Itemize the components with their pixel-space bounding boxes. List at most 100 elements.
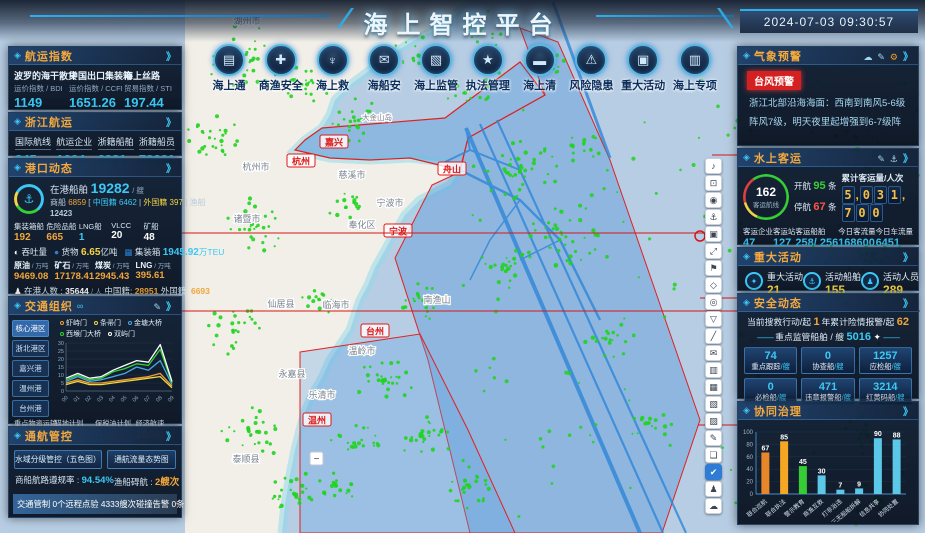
pencil-icon[interactable]: ✎ (877, 52, 885, 62)
map-collapse-button[interactable]: − (310, 452, 323, 465)
safety-box[interactable]: 1257应检船/艘 (859, 347, 912, 374)
legend-dot (94, 321, 98, 325)
legend-label: 金塘大桥 (134, 318, 162, 328)
water-zoning-button[interactable]: 水域分级管控（五色图） (14, 450, 102, 469)
cloud-icon[interactable]: ☁ (863, 52, 872, 62)
expand-icon[interactable]: 》 (903, 295, 913, 310)
anchor-icon[interactable]: ⚓ (890, 154, 898, 164)
tab-核心港区[interactable]: 核心港区 (12, 320, 49, 337)
toolbar-polygon-button[interactable]: ◇ (705, 277, 722, 293)
expand-icon[interactable]: 》 (166, 48, 176, 63)
city-label-慈溪市: 慈溪市 (338, 169, 365, 180)
tab-台州港[interactable]: 台州港 (12, 400, 49, 417)
toolbar-ship-button[interactable]: ⚓ (705, 209, 722, 225)
pencil-icon[interactable]: ✎ (877, 154, 885, 164)
nav-shortcut-海上救[interactable]: ♆海上救 (308, 44, 358, 93)
toolbar-mail-button[interactable]: ✉ (705, 345, 722, 361)
toolbar-filter-button[interactable]: ▽ (705, 311, 722, 327)
toolbar-image-button[interactable]: ▧ (705, 396, 722, 412)
activity-label: 活动人员 (883, 270, 919, 283)
panel-major-activities: ◈ 重大活动 》 ✦重大活动21⚓活动船舶155♟活动人员289 (737, 247, 919, 291)
toolbar-label-button[interactable]: ⊡ (705, 175, 722, 191)
expand-icon[interactable]: 》 (166, 114, 176, 129)
bar-打非治违 (836, 490, 844, 494)
panel-header: ◈ 重大活动 》 (738, 248, 918, 266)
tab-嘉兴港[interactable]: 嘉兴港 (12, 360, 49, 377)
panel-title: 交通组织 (25, 298, 73, 314)
svg-text:嘉兴: 嘉兴 (324, 137, 343, 148)
safety-box-label: 重点跟踪/艘 (745, 362, 796, 372)
expand-icon[interactable]: 》 (166, 298, 176, 313)
svg-text:06: 06 (132, 395, 141, 404)
safety-box[interactable]: 0协查船/艘 (801, 347, 854, 374)
toolbar-pin-button[interactable]: ◉ (705, 192, 722, 208)
panel-header: ◈ 通航管控 》 (9, 427, 181, 445)
ship-type-label: LNG船 (79, 221, 111, 232)
toolbar-ruler-button[interactable]: ╱ (705, 328, 722, 344)
link-icon: ∞ (77, 301, 83, 311)
gear-icon[interactable]: ⚙ (890, 52, 898, 62)
diamond-icon: ◈ (743, 251, 750, 262)
legend-item: 金塘大桥 (128, 318, 162, 328)
panel-header: ◈ 航运指数 》 (9, 47, 181, 65)
toolbar-message-button[interactable]: ❑ (705, 447, 722, 463)
svg-text:07: 07 (143, 395, 152, 404)
svg-text:10: 10 (58, 373, 64, 379)
nav-shortcut-执法管理[interactable]: ★执法管理 (463, 44, 513, 93)
toolbar-user-button[interactable]: ♟ (705, 481, 722, 497)
svg-text:80: 80 (746, 442, 753, 448)
toolbar-photo-button[interactable]: ▨ (705, 413, 722, 429)
traffic-flow-button[interactable]: 通航流量态势图 (107, 450, 176, 469)
dashboard: 湖州市杭州市诸暨市慈溪市宁波市奉化区大金山岛仙居县临海市温岭市永嘉县乐清市泰顺县… (0, 0, 925, 533)
nav-shortcut-海上专项[interactable]: ▥海上专项 (670, 44, 720, 93)
toolbar-locate-button[interactable]: ◎ (705, 294, 722, 310)
nav-shortcut-label: 海上专项 (673, 77, 717, 93)
legend-dot (60, 332, 64, 336)
expand-icon[interactable]: 》 (903, 48, 913, 63)
toolbar-pen-button[interactable]: ✎ (705, 430, 722, 446)
control-footer-stats: 交通管制 0个远程点验 4333艘次碰撞告警 0条 (13, 494, 177, 514)
panel-safety-dynamics: ◈ 安全动态 》 当前搜救行动/起 1 年累计险情报警/起 62 —— 重点监管… (737, 293, 919, 399)
nav-shortcut-海上监管[interactable]: ▧海上监管 (411, 44, 461, 93)
nav-shortcut-重大活动[interactable]: ▣重大活动 (618, 44, 668, 93)
bar-信息共享 (874, 438, 882, 494)
person-icon: ♟ (14, 286, 22, 296)
city-label-大金山岛: 大金山岛 (362, 112, 392, 122)
chart-icon: ▥ (709, 366, 718, 375)
toolbar-flag-button[interactable]: ⚑ (705, 260, 722, 276)
toolbar-grid-button[interactable]: ▦ (705, 379, 722, 395)
pencil-icon[interactable]: ✎ (153, 302, 161, 312)
governance-bar-chart: 02040608010067联合巡航85联合执法45警示教育30商渔互救7打非治… (738, 420, 914, 522)
polygon-icon: ◇ (710, 281, 717, 290)
svg-text:60: 60 (746, 455, 753, 461)
nav-shortcut-风险隐患[interactable]: ⚠风险隐患 (566, 44, 616, 93)
toolbar-check-button[interactable]: ✔ (705, 464, 722, 480)
tab-温州港[interactable]: 温州港 (12, 380, 49, 397)
toolbar-camera-button[interactable]: ▣ (705, 226, 722, 242)
nav-shortcut-label: 海上监管 (414, 77, 458, 93)
toolbar-fullscreen-button[interactable]: ⤢ (705, 243, 722, 259)
expand-icon[interactable]: 》 (903, 403, 913, 418)
toolbar-chart-button[interactable]: ▥ (705, 362, 722, 378)
nav-shortcut-商渔安全[interactable]: ✚商渔安全 (256, 44, 306, 93)
panel-header: ◈ 安全动态 》 (738, 294, 918, 312)
cargo-value: 9469.08 (14, 271, 55, 282)
expand-icon[interactable]: 》 (903, 150, 913, 165)
safety-box[interactable]: 74重点跟踪/艘 (744, 347, 797, 374)
ship-type-value: 1 (79, 232, 111, 243)
legend-item: 西堠门大桥 (60, 329, 101, 339)
nav-shortcut-海船安[interactable]: ✉海船安 (359, 44, 409, 93)
panel-title: 水上客运 (754, 150, 802, 166)
svg-text:90: 90 (874, 431, 882, 438)
digital-counter: 5,031,700 (842, 186, 913, 222)
expand-icon[interactable]: 》 (166, 160, 176, 175)
expand-icon[interactable]: 》 (166, 428, 176, 443)
nav-shortcut-海上清[interactable]: ▬海上清 (515, 44, 565, 93)
toolbar-volume-button[interactable]: ♪ (705, 158, 722, 174)
check-icon: ✔ (710, 468, 718, 477)
tab-浙北港区[interactable]: 浙北港区 (12, 340, 49, 357)
toolbar-cloud-button[interactable]: ☁ (705, 498, 722, 514)
expand-icon[interactable]: 》 (903, 249, 913, 264)
legend-label: 双屿门 (114, 329, 135, 339)
nav-shortcut-海上通[interactable]: ▤海上通 (204, 44, 254, 93)
